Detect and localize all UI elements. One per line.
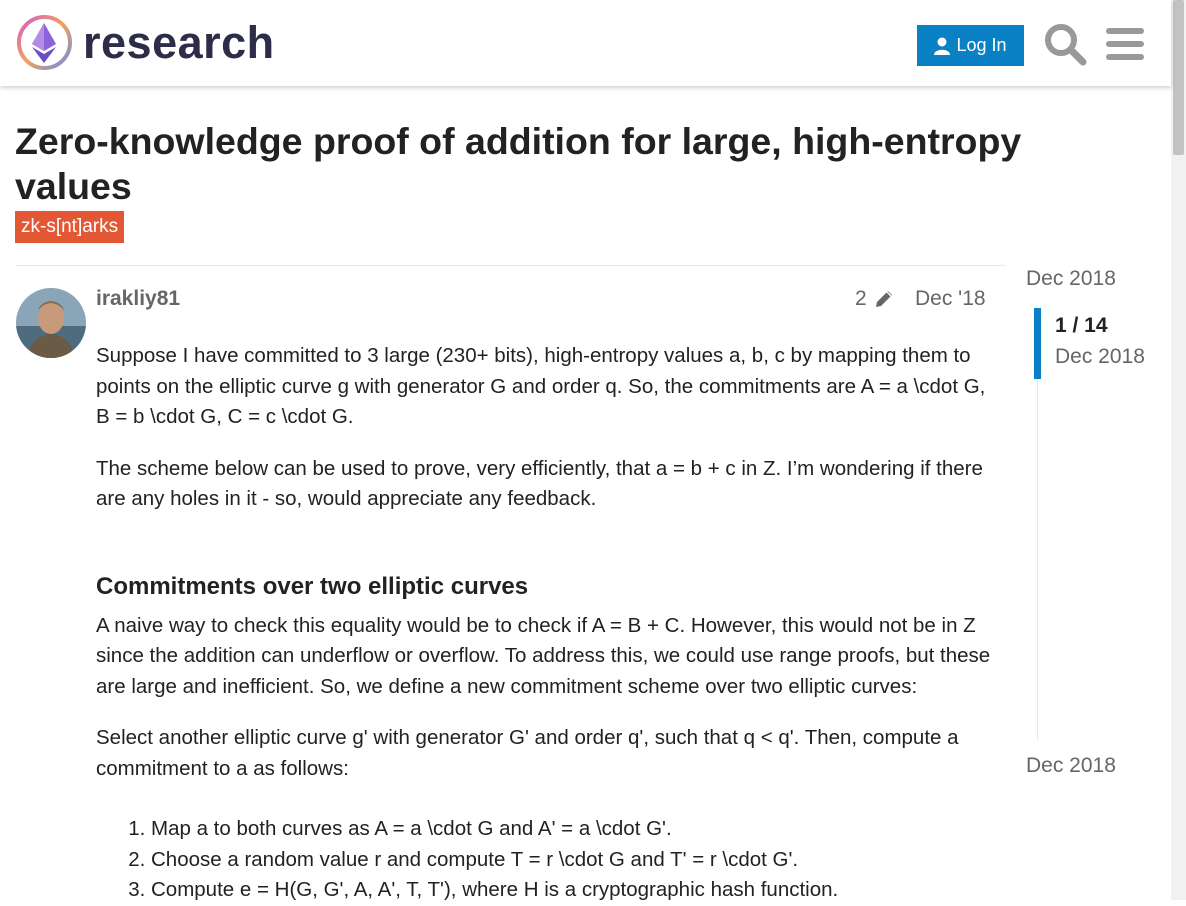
site-header: research Log In [0,0,1171,86]
pencil-icon [875,291,892,307]
post-heading: Commitments over two elliptic curves [96,572,529,600]
post-paragraph: The scheme below can be used to prove, v… [96,456,983,511]
user-icon [934,37,951,55]
post-paragraph: Select another elliptic curve g' with ge… [96,726,959,780]
timeline-handle[interactable] [1034,308,1041,379]
timeline-end-date[interactable]: Dec 2018 [1026,754,1116,778]
timeline-current-date: Dec 2018 [1055,345,1145,368]
topic-divider [15,265,1005,266]
ethereum-logo-icon [17,15,72,70]
post-edit-history[interactable]: 2 [855,287,895,311]
post-date[interactable]: Dec '18 [915,287,986,311]
post-paragraph: Suppose I have committed to 3 large (230… [96,344,986,428]
list-item: Map a to both curves as A = a \cdot G an… [151,814,991,845]
list-item: Choose a random value r and compute T = … [151,845,991,876]
list-item: Compute e = H(G, G', A, A', T, T'), wher… [151,875,991,906]
steps-list: Map a to both curves as A = a \cdot G an… [96,814,991,906]
timeline-position: 1 / 14 [1055,314,1108,337]
search-button[interactable] [1043,22,1087,66]
login-label: Log In [956,35,1007,55]
topic-title[interactable]: Zero-knowledge proof of addition for lar… [15,119,1055,209]
user-avatar-icon [16,288,86,358]
hamburger-menu-button[interactable] [1106,26,1144,62]
scrollbar-thumb[interactable] [1173,0,1184,155]
post-paragraph: A naive way to check this equality would… [96,613,991,698]
post-body: Suppose I have committed to 3 large (230… [96,341,991,906]
login-button[interactable]: Log In [917,25,1024,66]
edit-count: 2 [855,287,867,310]
site-name: research [83,17,275,68]
avatar[interactable] [16,288,86,358]
hamburger-icon [1106,28,1144,60]
site-logo[interactable]: research [16,14,275,71]
post-username[interactable]: irakliy81 [96,287,180,311]
search-icon [1045,24,1087,66]
timeline-start-date[interactable]: Dec 2018 [1026,267,1116,291]
category-tag[interactable]: zk-s[nt]arks [15,211,125,243]
